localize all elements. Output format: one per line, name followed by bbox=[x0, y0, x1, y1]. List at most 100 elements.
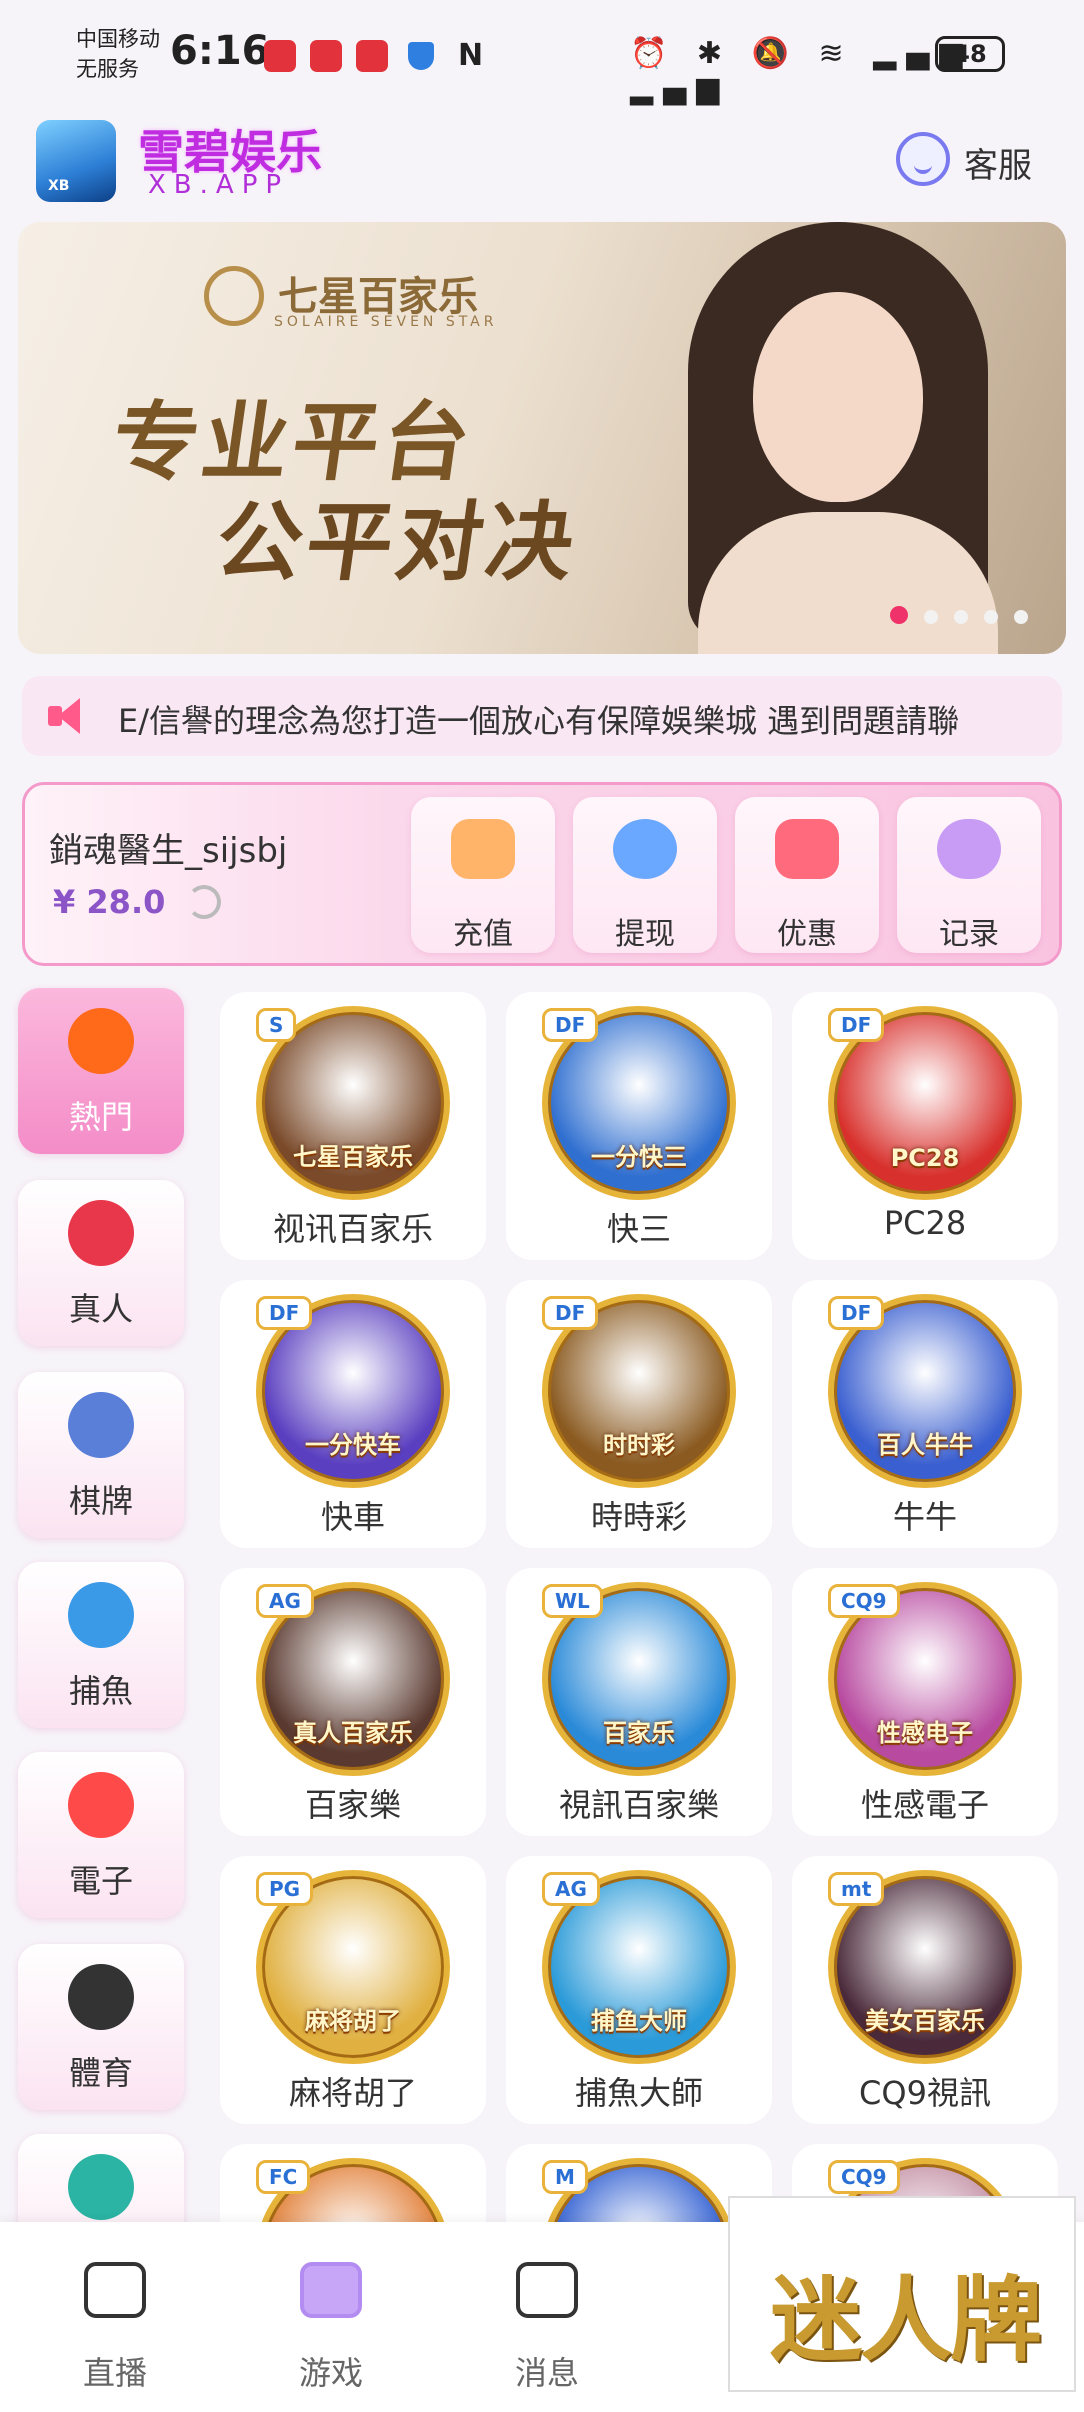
shield-icon bbox=[408, 42, 434, 70]
carousel-dot[interactable] bbox=[890, 606, 908, 624]
game-label: 快車 bbox=[320, 1498, 385, 1536]
provider-badge: CQ9 bbox=[828, 2160, 900, 2194]
gamepad-icon bbox=[937, 819, 1001, 879]
game-art-title: 七星百家乐 bbox=[293, 1143, 413, 1171]
game-tile[interactable]: 七星百家乐 S 视讯百家乐 bbox=[220, 992, 486, 1260]
ticket-icon bbox=[775, 819, 839, 879]
carrier-info: 中国移动 无服务 bbox=[76, 24, 160, 84]
carousel-indicator bbox=[890, 606, 1044, 626]
wallet-balance: ¥ 28.0 bbox=[53, 883, 166, 921]
playing-cards-icon bbox=[68, 1392, 134, 1458]
game-label: 捕魚大師 bbox=[574, 2074, 703, 2112]
game-tile[interactable]: 美女百家乐 mt CQ9視訊 bbox=[792, 1856, 1058, 2124]
provider-badge: WL bbox=[542, 1584, 603, 1618]
wallet-icon bbox=[451, 819, 515, 879]
game-tile[interactable]: 麻将胡了 PG 麻将胡了 bbox=[220, 1856, 486, 2124]
notification-app-icon bbox=[356, 40, 388, 72]
category-label: 體育 bbox=[68, 2054, 133, 2092]
category-label: 熱門 bbox=[68, 1098, 133, 1136]
shark-icon bbox=[68, 1582, 134, 1648]
nfc-icon: N bbox=[458, 38, 484, 73]
carousel-dot[interactable] bbox=[924, 610, 938, 624]
provider-badge: DF bbox=[256, 1296, 313, 1330]
provider-badge: AG bbox=[542, 1872, 600, 1906]
provider-badge: AG bbox=[256, 1584, 314, 1618]
game-tile[interactable]: 一分快车 DF 快車 bbox=[220, 1280, 486, 1548]
game-art-title: PC28 bbox=[890, 1144, 960, 1172]
game-tile[interactable]: 性感电子 CQ9 性感電子 bbox=[792, 1568, 1058, 1836]
provider-badge: CQ9 bbox=[828, 1584, 900, 1618]
promotions-label: 优惠 bbox=[777, 917, 837, 952]
status-time: 6:16 bbox=[170, 28, 270, 74]
announcement-bar[interactable]: E/信譽的理念為您打造一個放心有保障娛樂城 遇到問題請聯 bbox=[22, 676, 1062, 756]
notification-app-icon bbox=[264, 40, 296, 72]
nav-live[interactable]: 直播 bbox=[40, 2258, 180, 2398]
banner-headline-2: 公平对决 bbox=[209, 492, 584, 593]
game-tile[interactable]: 一分快三 DF 快三 bbox=[506, 992, 772, 1260]
category-label: 電子 bbox=[68, 1862, 133, 1900]
carousel-dot[interactable] bbox=[1014, 610, 1028, 624]
carrier-name: 中国移动 bbox=[76, 27, 160, 51]
provider-badge: mt bbox=[828, 1872, 885, 1906]
watermark-text: 迷人牌 bbox=[770, 2266, 1042, 2374]
yen-coin-icon bbox=[613, 819, 677, 879]
category-label: 真人 bbox=[68, 1290, 133, 1328]
promo-banner[interactable]: 七星百家乐 SOLAIRE SEVEN STAR 专业平台 公平对决 bbox=[18, 222, 1066, 654]
category-tab-0[interactable]: 熱門 bbox=[18, 988, 184, 1154]
game-art-title: 一分快三 bbox=[591, 1143, 687, 1171]
speaker-icon bbox=[48, 698, 92, 734]
deposit-label: 充值 bbox=[453, 917, 513, 952]
carrier-status: 无服务 bbox=[76, 57, 139, 81]
soccer-ball-icon bbox=[68, 1964, 134, 2030]
nav-live-label: 直播 bbox=[82, 2354, 147, 2392]
carousel-dot[interactable] bbox=[984, 610, 998, 624]
refresh-balance-icon[interactable] bbox=[187, 885, 221, 919]
category-tab-5[interactable]: 體育 bbox=[18, 1944, 184, 2110]
game-label: 快三 bbox=[606, 1210, 671, 1248]
carousel-dot[interactable] bbox=[954, 610, 968, 624]
app-screen: { "status_bar": { "carrier_line1": "中国移动… bbox=[0, 0, 1084, 2412]
nav-games[interactable]: 游戏 bbox=[256, 2258, 396, 2398]
game-art-title: 美女百家乐 bbox=[865, 2007, 985, 2035]
game-tile[interactable]: PC28 DF PC28 bbox=[792, 992, 1058, 1260]
game-label: CQ9視訊 bbox=[859, 2074, 991, 2112]
deposit-button[interactable]: 充值 bbox=[411, 797, 555, 953]
game-label: 麻将胡了 bbox=[288, 2074, 417, 2112]
game-tile[interactable]: 百人牛牛 DF 牛牛 bbox=[792, 1280, 1058, 1548]
nav-messages[interactable]: 消息 bbox=[472, 2258, 612, 2398]
lottery-ball-icon bbox=[68, 2154, 134, 2220]
game-label: 視訊百家樂 bbox=[558, 1786, 719, 1824]
banner-brand-sub: SOLAIRE SEVEN STAR bbox=[274, 314, 498, 330]
gamepad-icon bbox=[300, 2262, 362, 2318]
flame-icon bbox=[68, 1008, 134, 1074]
game-tile[interactable]: 真人百家乐 AG 百家樂 bbox=[220, 1568, 486, 1836]
provider-badge: DF bbox=[828, 1008, 885, 1042]
category-tab-4[interactable]: 電子 bbox=[18, 1752, 184, 1918]
game-art-title: 捕鱼大师 bbox=[591, 2007, 687, 2035]
game-label: 性感電子 bbox=[860, 1786, 989, 1824]
game-label: 牛牛 bbox=[892, 1498, 957, 1536]
category-tab-1[interactable]: 真人 bbox=[18, 1180, 184, 1346]
withdraw-button[interactable]: 提现 bbox=[573, 797, 717, 953]
message-icon bbox=[516, 2262, 578, 2318]
game-tile[interactable]: 百家乐 WL 視訊百家樂 bbox=[506, 1568, 772, 1836]
system-status-icons: ⏰ ✱ 🔕 ≋ ▂▄▆ ▂▄▆ bbox=[630, 36, 973, 106]
category-tab-3[interactable]: 捕魚 bbox=[18, 1562, 184, 1728]
game-tile[interactable]: 时时彩 DF 時時彩 bbox=[506, 1280, 772, 1548]
provider-badge: M bbox=[542, 2160, 588, 2194]
app-header: XB 雪碧娱乐 XB.APP 客服 bbox=[0, 110, 1084, 210]
provider-badge: FC bbox=[256, 2160, 311, 2194]
provider-badge: S bbox=[256, 1008, 297, 1042]
promotions-button[interactable]: 优惠 bbox=[735, 797, 879, 953]
watermark-overlay: 迷人牌 bbox=[728, 2196, 1076, 2392]
game-label: 视讯百家乐 bbox=[272, 1210, 433, 1248]
headset-icon bbox=[896, 132, 950, 186]
logo-text: XB bbox=[48, 178, 70, 194]
records-button[interactable]: 记录 bbox=[897, 797, 1041, 953]
app-subtitle: XB.APP bbox=[148, 170, 290, 200]
game-tile[interactable]: 捕鱼大师 AG 捕魚大師 bbox=[506, 1856, 772, 2124]
category-tab-2[interactable]: 棋牌 bbox=[18, 1372, 184, 1538]
announcement-text: E/信譽的理念為您打造一個放心有保障娛樂城 遇到問題請聯 bbox=[118, 702, 960, 740]
withdraw-label: 提现 bbox=[615, 917, 675, 952]
provider-badge: DF bbox=[542, 1008, 599, 1042]
